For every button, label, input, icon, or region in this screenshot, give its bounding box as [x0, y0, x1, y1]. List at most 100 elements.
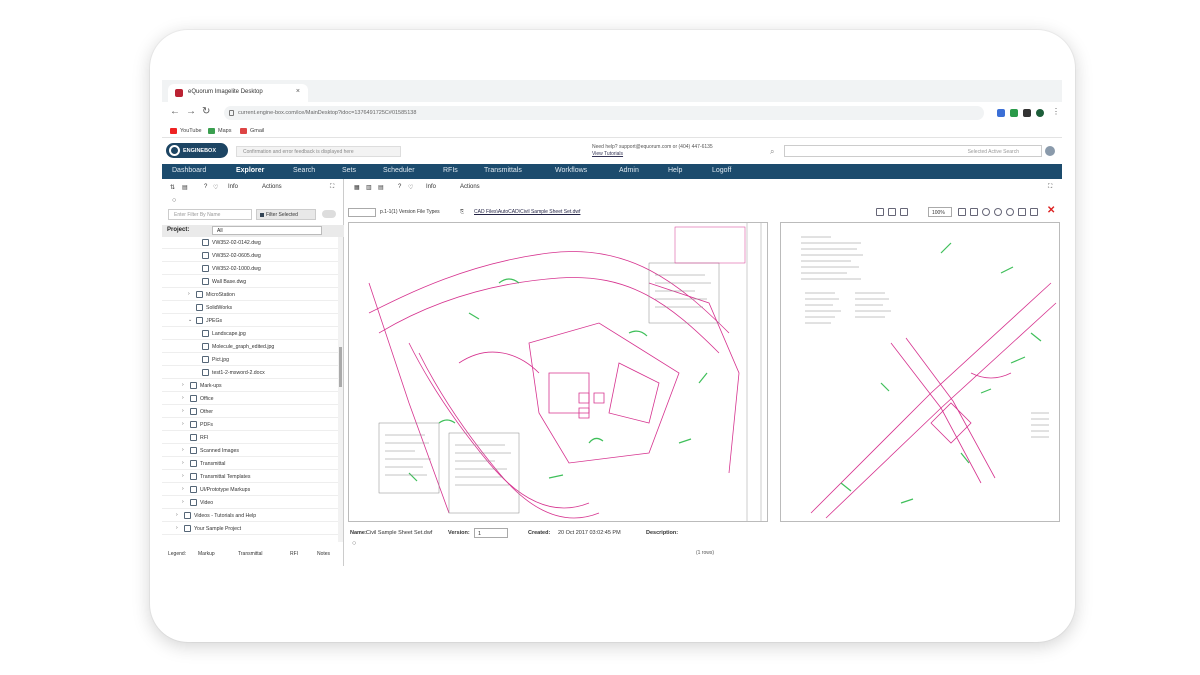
tree-item[interactable]: RFI: [162, 432, 338, 444]
search-icon[interactable]: ⌕: [770, 147, 774, 157]
markup-pen-icon[interactable]: [888, 208, 896, 216]
close-viewer-icon[interactable]: ✕: [1047, 205, 1055, 216]
expand-icon[interactable]: ⛶: [1048, 184, 1052, 191]
tree-item[interactable]: › Videos - Tutorials and Help: [162, 510, 338, 522]
reload-icon[interactable]: ↻: [202, 106, 210, 117]
nav-search[interactable]: Search: [293, 167, 315, 174]
tab-close-icon[interactable]: ×: [296, 88, 300, 95]
nav-sets[interactable]: Sets: [342, 167, 356, 174]
expand-chevron-icon[interactable]: ›: [182, 421, 184, 427]
drawing-sheet-1[interactable]: [348, 222, 768, 522]
project-select[interactable]: All: [212, 226, 322, 235]
nav-logoff[interactable]: Logoff: [712, 167, 731, 174]
bookmark-youtube[interactable]: YouTube: [170, 128, 202, 134]
tree-item[interactable]: VW352-02-1000.dwg: [162, 263, 338, 275]
expand-icon[interactable]: ⛶: [330, 184, 334, 191]
expand-chevron-icon[interactable]: ›: [176, 512, 178, 518]
zoom-out-icon[interactable]: [994, 208, 1002, 216]
filter-toggle[interactable]: [322, 210, 336, 218]
tree-item[interactable]: test1-2-msword-2.docx: [162, 367, 338, 379]
tree-scrollbar[interactable]: [338, 237, 343, 542]
favorite-heart-icon[interactable]: ♡: [408, 184, 413, 191]
zoom-select[interactable]: 100%: [928, 207, 952, 217]
filter-input[interactable]: Enter Filter By Name: [168, 209, 252, 220]
tree-item[interactable]: › Video: [162, 497, 338, 509]
back-arrow-icon[interactable]: ←: [170, 106, 180, 117]
expand-chevron-icon[interactable]: ›: [182, 486, 184, 492]
version-select[interactable]: 1: [474, 528, 508, 538]
tree-item[interactable]: › Office: [162, 393, 338, 405]
profile-avatar-icon[interactable]: [1036, 109, 1044, 117]
forward-arrow-icon[interactable]: →: [186, 106, 196, 117]
nav-explorer[interactable]: Explorer: [236, 167, 264, 174]
expand-chevron-icon[interactable]: ›: [182, 395, 184, 401]
nav-scheduler[interactable]: Scheduler: [383, 167, 415, 174]
page-input[interactable]: [348, 208, 376, 217]
expand-chevron-icon[interactable]: ›: [182, 382, 184, 388]
pan-icon[interactable]: [1018, 208, 1026, 216]
tree-item[interactable]: › Other: [162, 406, 338, 418]
nav-transmittals[interactable]: Transmittals: [484, 167, 522, 174]
list-view-icon[interactable]: ▤: [182, 184, 188, 191]
extension-icon[interactable]: [997, 109, 1005, 117]
tree-item[interactable]: VW352-02-0605.dwg: [162, 250, 338, 262]
nav-admin[interactable]: Admin: [619, 167, 639, 174]
nav-dashboard[interactable]: Dashboard: [172, 167, 206, 174]
list-view-icon[interactable]: ▤: [378, 184, 384, 191]
tree-item[interactable]: › Transmittal: [162, 458, 338, 470]
info-menu[interactable]: Info: [426, 184, 436, 190]
active-search-input[interactable]: Selected Active Search: [784, 145, 1042, 157]
tree-item[interactable]: Wall Base.dwg: [162, 276, 338, 288]
tutorials-link[interactable]: View Tutorials: [592, 151, 623, 157]
file-link[interactable]: CAD Files\AutoCAD\Civil Sample Sheet Set…: [474, 209, 580, 215]
tree-item[interactable]: VW352-02-0142.dwg: [162, 237, 338, 249]
expand-chevron-icon[interactable]: ›: [182, 473, 184, 479]
scroll-thumb[interactable]: [339, 347, 342, 387]
zoom-window-icon[interactable]: [1006, 208, 1014, 216]
extension-icon[interactable]: [1010, 109, 1018, 117]
tree-item[interactable]: › UI/Prototype Markups: [162, 484, 338, 496]
browser-tab[interactable]: eQuorum Imagelite Desktop ×: [168, 84, 308, 102]
tree-item[interactable]: Molecule_graph_edited.jpg: [162, 341, 338, 353]
actions-menu[interactable]: Actions: [262, 184, 282, 190]
tree-item[interactable]: › PDFs: [162, 419, 338, 431]
tree-item[interactable]: › Your Sample Project: [162, 523, 338, 535]
tree-item[interactable]: › Transmittal Templates: [162, 471, 338, 483]
settings-gear-icon[interactable]: [1045, 146, 1055, 156]
actions-menu[interactable]: Actions: [460, 184, 480, 190]
compare-icon[interactable]: [1030, 208, 1038, 216]
url-field[interactable]: current.engine-box.com/ice/MainDesktop?i…: [224, 106, 984, 120]
expand-chevron-icon[interactable]: ⌄: [188, 317, 192, 323]
tree-item[interactable]: › Mark-ups: [162, 380, 338, 392]
drawing-sheet-2[interactable]: [780, 222, 1060, 522]
fit-icon[interactable]: [970, 208, 978, 216]
expand-chevron-icon[interactable]: ›: [182, 447, 184, 453]
refresh-icon[interactable]: ○: [172, 197, 176, 204]
thumbnail-icon[interactable]: [876, 208, 884, 216]
grid-view-icon[interactable]: ▦: [354, 184, 360, 191]
tree-item[interactable]: › Scanned Images: [162, 445, 338, 457]
refresh-icon[interactable]: ○: [352, 540, 356, 547]
zoom-in-icon[interactable]: [982, 208, 990, 216]
bookmark-gmail[interactable]: Gmail: [240, 128, 264, 134]
help-icon[interactable]: ?: [204, 184, 207, 190]
expand-chevron-icon[interactable]: ›: [176, 525, 178, 531]
expand-chevron-icon[interactable]: ›: [188, 291, 190, 297]
help-icon[interactable]: ?: [398, 184, 401, 190]
expand-chevron-icon[interactable]: ›: [182, 408, 184, 414]
info-menu[interactable]: Info: [228, 184, 238, 190]
tree-item[interactable]: Landscape.jpg: [162, 328, 338, 340]
favorite-heart-icon[interactable]: ♡: [213, 184, 218, 191]
bookmark-maps[interactable]: Maps: [208, 128, 231, 134]
filter-selected-button[interactable]: Filter Selected: [256, 209, 316, 220]
browser-menu-icon[interactable]: ⋮: [1052, 107, 1060, 116]
expand-chevron-icon[interactable]: ›: [182, 499, 184, 505]
nav-rfis[interactable]: RFIs: [443, 167, 458, 174]
tree-item[interactable]: ⌄ JPEGs: [162, 315, 338, 327]
tree-item[interactable]: SolidWorks: [162, 302, 338, 314]
extensions-puzzle-icon[interactable]: [1023, 109, 1031, 117]
print-icon[interactable]: [900, 208, 908, 216]
split-view-icon[interactable]: ▥: [366, 184, 372, 191]
rotate-icon[interactable]: [958, 208, 966, 216]
tree-item[interactable]: › MicroStation: [162, 289, 338, 301]
